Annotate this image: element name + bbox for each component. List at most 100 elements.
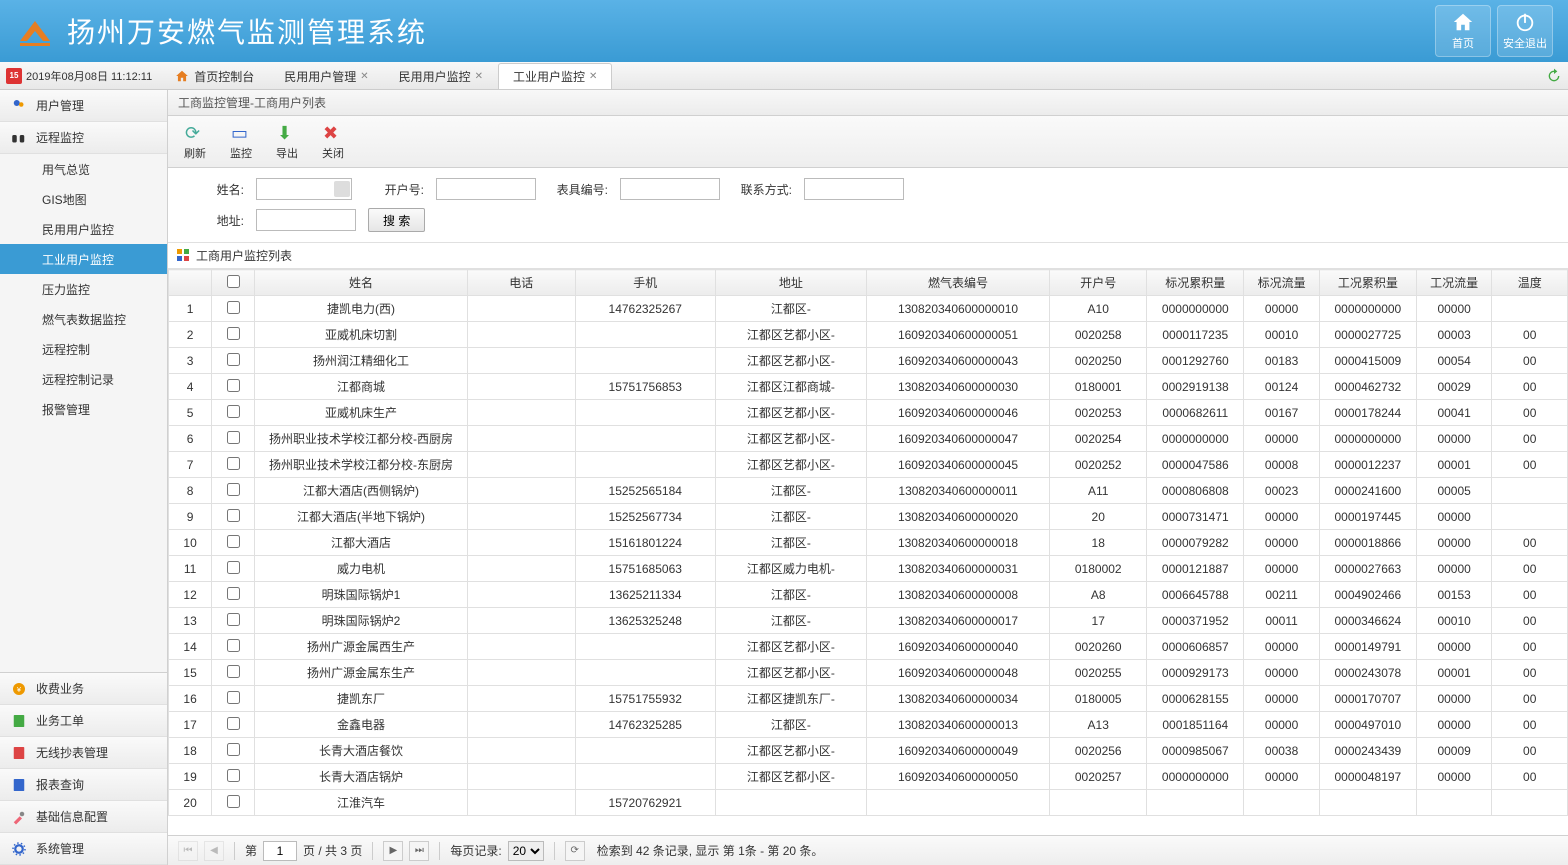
row-checkbox[interactable]	[227, 457, 240, 470]
table-row[interactable]: 9江都大酒店(半地下锅炉)15252567734江都区-130820340600…	[169, 504, 1568, 530]
sidebar-item-远程控制[interactable]: 远程控制	[0, 334, 167, 364]
column-header[interactable]: 工况流量	[1416, 270, 1492, 296]
sidebar-group-用户管理[interactable]: 用户管理	[0, 90, 167, 122]
row-checkbox[interactable]	[227, 405, 240, 418]
column-header[interactable]: 电话	[467, 270, 575, 296]
row-checkbox[interactable]	[227, 691, 240, 704]
row-checkbox[interactable]	[227, 795, 240, 808]
row-checkbox[interactable]	[227, 327, 240, 340]
row-checkbox[interactable]	[227, 561, 240, 574]
sidebar-item-燃气表数据监控[interactable]: 燃气表数据监控	[0, 304, 167, 334]
column-header[interactable]: 燃气表编号	[866, 270, 1049, 296]
sidebar-item-报警管理[interactable]: 报警管理	[0, 394, 167, 424]
row-checkbox[interactable]	[227, 639, 240, 652]
row-checkbox[interactable]	[227, 717, 240, 730]
sidebar-group-基础信息配置[interactable]: 基础信息配置	[0, 801, 167, 833]
table-row[interactable]: 10江都大酒店15161801224江都区-130820340600000018…	[169, 530, 1568, 556]
close-icon[interactable]: ✕	[589, 71, 597, 82]
refresh-all-icon[interactable]	[1546, 68, 1562, 84]
table-row[interactable]: 14扬州广源金属西生产江都区艺都小区-160920340600000040002…	[169, 634, 1568, 660]
table-row[interactable]: 2亚威机床切割江都区艺都小区-1609203406000000510020258…	[169, 322, 1568, 348]
sidebar-item-工业用户监控[interactable]: 工业用户监控	[0, 244, 167, 274]
table-row[interactable]: 20江淮汽车15720762921	[169, 790, 1568, 816]
sidebar-group-远程监控[interactable]: 远程监控	[0, 122, 167, 154]
first-page-button[interactable]: ⏮	[178, 841, 198, 861]
export-button[interactable]: ⬇导出	[276, 123, 298, 161]
sidebar-item-用气总览[interactable]: 用气总览	[0, 154, 167, 184]
row-checkbox[interactable]	[227, 483, 240, 496]
tab-首页控制台[interactable]: 首页控制台	[160, 63, 269, 89]
sidebar-group-报表查询[interactable]: 报表查询	[0, 769, 167, 801]
page-input[interactable]	[263, 841, 297, 861]
table-row[interactable]: 5亚威机床生产江都区艺都小区-1609203406000000460020253…	[169, 400, 1568, 426]
column-header[interactable]: 工况累积量	[1319, 270, 1416, 296]
table-row[interactable]: 4江都商城15751756853江都区江都商城-1308203406000000…	[169, 374, 1568, 400]
row-checkbox[interactable]	[227, 353, 240, 366]
row-checkbox[interactable]	[227, 535, 240, 548]
row-checkbox[interactable]	[227, 769, 240, 782]
column-header[interactable]: 姓名	[255, 270, 467, 296]
table-row[interactable]: 6扬州职业技术学校江都分校-西厨房江都区艺都小区-160920340600000…	[169, 426, 1568, 452]
refresh-button[interactable]: ⟳刷新	[184, 123, 206, 161]
table-row[interactable]: 15扬州广源金属东生产江都区艺都小区-160920340600000048002…	[169, 660, 1568, 686]
row-checkbox[interactable]	[227, 587, 240, 600]
table-row[interactable]: 16捷凯东厂15751755932江都区捷凯东厂-130820340600000…	[169, 686, 1568, 712]
table-row[interactable]: 12明珠国际锅炉113625211334江都区-1308203406000000…	[169, 582, 1568, 608]
row-checkbox[interactable]	[227, 431, 240, 444]
reload-button[interactable]: ⟳	[565, 841, 585, 861]
monitor-button[interactable]: ▭监控	[230, 123, 252, 161]
last-page-button[interactable]: ⏭	[409, 841, 429, 861]
search-button[interactable]: 搜 索	[368, 208, 425, 232]
table-row[interactable]: 7扬州职业技术学校江都分校-东厨房江都区艺都小区-160920340600000…	[169, 452, 1568, 478]
dropdown-icon[interactable]	[334, 181, 350, 197]
row-checkbox[interactable]	[227, 379, 240, 392]
column-header[interactable]	[212, 270, 255, 296]
sidebar-group-收费业务[interactable]: ¥收费业务	[0, 673, 167, 705]
tab-民用用户监控[interactable]: 民用用户监控✕	[384, 63, 498, 89]
table-row[interactable]: 19长青大酒店锅炉江都区艺都小区-16092034060000005000202…	[169, 764, 1568, 790]
close-button[interactable]: ✖关闭	[322, 123, 344, 161]
row-checkbox[interactable]	[227, 509, 240, 522]
address-input[interactable]	[256, 209, 356, 231]
table-row[interactable]: 17金鑫电器14762325285江都区-130820340600000013A…	[169, 712, 1568, 738]
prev-page-button[interactable]: ◀	[204, 841, 224, 861]
next-page-button[interactable]: ▶	[383, 841, 403, 861]
close-icon[interactable]: ✕	[475, 71, 483, 82]
meter-input[interactable]	[620, 178, 720, 200]
column-header[interactable]: 标况流量	[1244, 270, 1320, 296]
sidebar-item-远程控制记录[interactable]: 远程控制记录	[0, 364, 167, 394]
column-header[interactable]: 地址	[715, 270, 866, 296]
table-row[interactable]: 18长青大酒店餐饮江都区艺都小区-16092034060000004900202…	[169, 738, 1568, 764]
select-all-checkbox[interactable]	[227, 275, 240, 288]
table-row[interactable]: 11威力电机15751685063江都区威力电机-130820340600000…	[169, 556, 1568, 582]
table-row[interactable]: 3扬州润江精细化工江都区艺都小区-16092034060000004300202…	[169, 348, 1568, 374]
horizontal-scrollbar[interactable]	[168, 819, 1568, 835]
sidebar-item-压力监控[interactable]: 压力监控	[0, 274, 167, 304]
column-header[interactable]	[169, 270, 212, 296]
table-row[interactable]: 8江都大酒店(西侧锅炉)15252565184江都区-1308203406000…	[169, 478, 1568, 504]
sidebar-item-民用用户监控[interactable]: 民用用户监控	[0, 214, 167, 244]
column-header[interactable]: 开户号	[1050, 270, 1147, 296]
contact-input[interactable]	[804, 178, 904, 200]
home-button[interactable]: 首页	[1435, 5, 1491, 57]
row-checkbox[interactable]	[227, 743, 240, 756]
sidebar-item-GIS地图[interactable]: GIS地图	[0, 184, 167, 214]
account-input[interactable]	[436, 178, 536, 200]
sidebar-group-系统管理[interactable]: 系统管理	[0, 833, 167, 865]
data-grid[interactable]: 姓名电话手机地址燃气表编号开户号标况累积量标况流量工况累积量工况流量温度1捷凯电…	[168, 269, 1568, 819]
tab-民用用户管理[interactable]: 民用用户管理✕	[269, 63, 383, 89]
row-checkbox[interactable]	[227, 301, 240, 314]
sidebar-group-业务工单[interactable]: 业务工单	[0, 705, 167, 737]
column-header[interactable]: 标况累积量	[1147, 270, 1244, 296]
table-row[interactable]: 13明珠国际锅炉213625325248江都区-1308203406000000…	[169, 608, 1568, 634]
table-row[interactable]: 1捷凯电力(西)14762325267江都区-13082034060000001…	[169, 296, 1568, 322]
column-header[interactable]: 温度	[1492, 270, 1568, 296]
row-checkbox[interactable]	[227, 665, 240, 678]
close-icon[interactable]: ✕	[360, 71, 368, 82]
tab-工业用户监控[interactable]: 工业用户监控✕	[498, 63, 612, 89]
row-checkbox[interactable]	[227, 613, 240, 626]
per-page-select[interactable]: 20	[508, 841, 544, 861]
sidebar-group-无线抄表管理[interactable]: 无线抄表管理	[0, 737, 167, 769]
logout-button[interactable]: 安全退出	[1497, 5, 1553, 57]
column-header[interactable]: 手机	[575, 270, 715, 296]
